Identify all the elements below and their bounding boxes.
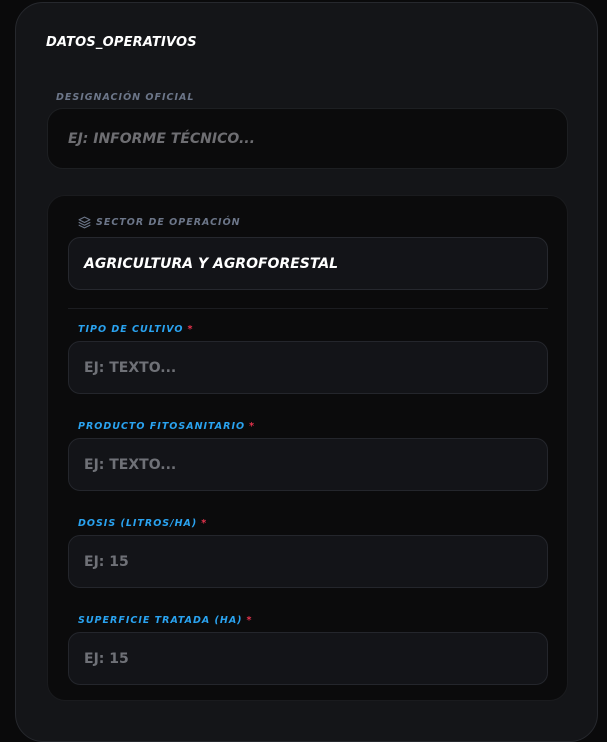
required-marker: * [201,518,208,529]
phytosanitary-product-label: PRODUCTO FITOSANITARIO * [78,421,256,432]
dose-placeholder: EJ: 15 [84,553,129,570]
phytosanitary-product-input[interactable]: EJ: TEXTO... [68,438,548,491]
sector-select[interactable]: AGRICULTURA Y AGROFORESTAL [68,237,548,290]
designation-placeholder: EJ: INFORME TÉCNICO... [68,130,255,147]
required-marker: * [246,615,253,626]
designation-input[interactable]: EJ: INFORME TÉCNICO... [47,108,568,169]
required-marker: * [187,324,194,335]
layers-icon [78,216,91,229]
sector-label-text: SECTOR DE OPERACIÓN [96,217,241,228]
sector-label: SECTOR DE OPERACIÓN [78,216,241,229]
divider [68,308,548,309]
sector-fields-card: SECTOR DE OPERACIÓN AGRICULTURA Y AGROFO… [47,195,568,701]
dose-input[interactable]: EJ: 15 [68,535,548,588]
phytosanitary-product-placeholder: EJ: TEXTO... [84,456,177,473]
crop-type-label: TIPO DE CULTIVO * [78,324,194,335]
required-marker: * [249,421,256,432]
designation-label: DESIGNACIÓN OFICIAL [56,92,195,103]
operational-data-panel: DATOS_OPERATIVOS DESIGNACIÓN OFICIAL EJ:… [15,2,598,742]
treated-surface-placeholder: EJ: 15 [84,650,129,667]
sector-value: AGRICULTURA Y AGROFORESTAL [84,255,339,272]
crop-type-input[interactable]: EJ: TEXTO... [68,341,548,394]
dose-label: DOSIS (LITROS/HA) * [78,518,208,529]
crop-type-placeholder: EJ: TEXTO... [84,359,177,376]
treated-surface-input[interactable]: EJ: 15 [68,632,548,685]
panel-title: DATOS_OPERATIVOS [46,35,197,50]
treated-surface-label: SUPERFICIE TRATADA (HA) * [78,615,253,626]
